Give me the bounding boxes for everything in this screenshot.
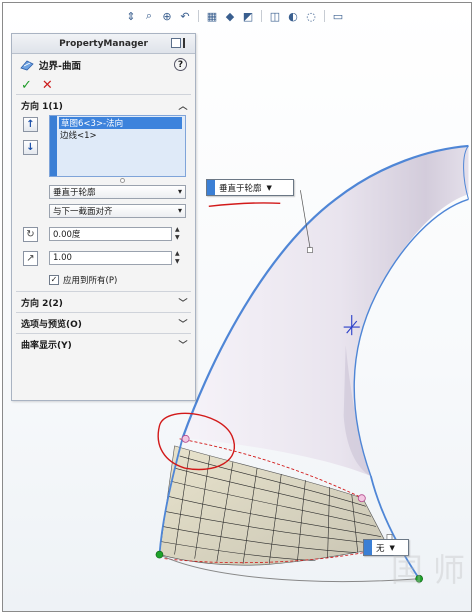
heads-up-toolbar: ⇕ ⌕ ⊕ ↶ ▦ ◆ ◩ ◫ ◐ ◌ ▭ [123, 7, 346, 25]
apply-all-label: 应用到所有(P) [63, 275, 118, 286]
previous-view-icon[interactable]: ↶ [177, 8, 193, 24]
section-curvature-header[interactable]: 曲率显示(Y) ﹀ [12, 334, 195, 354]
feature-header: 边界-曲面 ? [12, 54, 195, 76]
direction1-selection: ↑ ↓ 草图6<3>-法向 边线<1> [12, 115, 195, 183]
display-style-icon[interactable]: ◩ [240, 8, 256, 24]
ok-cancel-row: ✓ ✕ [12, 76, 195, 94]
draft-angle-input[interactable]: 0.00度 [49, 227, 172, 241]
section-direction2-label: 方向 2(2) [21, 298, 63, 309]
section-direction1-header[interactable]: 方向 1(1) ︿ [12, 95, 195, 115]
boundary-surface-icon [20, 60, 34, 71]
draft-angle-row: ↻ 0.00度 ▲ ▼ [23, 227, 188, 243]
tangent-type-select[interactable]: 垂直于轮廓 ▾ [49, 185, 186, 199]
handle-pink-left [181, 434, 190, 443]
section-options-header[interactable]: 选项与预览(O) ﹀ [12, 313, 195, 333]
panel-options-icon[interactable] [171, 38, 181, 48]
tangent-length-row: ↗ 1.00 ▲ ▼ [23, 251, 188, 267]
dropdown-arrow-icon: ▾ [177, 206, 182, 215]
list-item[interactable]: 边线<1> [60, 129, 97, 141]
chevron-down-icon[interactable]: ﹀ [178, 297, 188, 309]
apply-all-checkbox[interactable]: ✓ [49, 274, 59, 285]
draft-angle-icon[interactable]: ↻ [23, 227, 38, 242]
feature-name: 边界-曲面 [39, 61, 81, 72]
callout-bottom-value: 无 [376, 543, 385, 554]
dropdown-arrow-icon: ▾ [177, 187, 182, 196]
view-orientation-icon[interactable]: ⇕ [123, 8, 139, 24]
alignment-value: 与下一截面对齐 [53, 207, 113, 217]
list-item[interactable]: 草图6<3>-法向 [59, 117, 182, 129]
panel-title: PropertyManager [59, 38, 148, 49]
pin-icon[interactable] [183, 38, 191, 48]
tangent-length-icon[interactable]: ↗ [23, 251, 38, 266]
hide-show-icon[interactable]: ◫ [267, 8, 283, 24]
help-icon[interactable]: ? [174, 58, 187, 71]
chevron-down-icon[interactable]: ﹀ [178, 318, 188, 330]
tangent-length-input[interactable]: 1.00 [49, 251, 172, 265]
move-up-button[interactable]: ↑ [23, 117, 38, 132]
section-options-label: 选项与预览(O) [21, 319, 82, 330]
ok-button[interactable]: ✓ [21, 78, 32, 93]
section-direction2-header[interactable]: 方向 2(2) ﹀ [12, 292, 195, 312]
tangent-callout-top[interactable]: 垂直于轮廓 ▼ [206, 179, 294, 196]
panel-title-bar: PropertyManager [12, 34, 195, 54]
chevron-down-icon[interactable]: ﹀ [178, 339, 188, 351]
apply-all-row[interactable]: ✓ 应用到所有(P) [49, 273, 117, 286]
property-manager-panel: PropertyManager 边界-曲面 ? ✓ ✕ 方向 1(1) ︿ ↑ … [11, 33, 196, 401]
chevron-up-icon[interactable]: ︿ [178, 100, 188, 112]
graphics-area[interactable]: ⇕ ⌕ ⊕ ↶ ▦ ◆ ◩ ◫ ◐ ◌ ▭ PropertyManager 边界… [2, 2, 472, 612]
scene-icon[interactable]: ◌ [303, 8, 319, 24]
callout-top-value: 垂直于轮廓 [219, 183, 262, 194]
section-view-icon[interactable]: ▦ [204, 8, 220, 24]
arrow-up-icon: ↑ [26, 119, 35, 130]
appearance-icon[interactable]: ◐ [285, 8, 301, 24]
watermark-text: 国 师 [390, 551, 465, 589]
section-curvature-label: 曲率显示(Y) [21, 340, 72, 351]
arrow-down-icon: ↓ [26, 142, 35, 153]
draft-angle-spinner[interactable]: ▲ ▼ [175, 227, 185, 241]
monitor-icon[interactable]: ▭ [330, 8, 346, 24]
curves-listbox[interactable]: 草图6<3>-法向 边线<1> [49, 115, 186, 177]
cancel-button[interactable]: ✕ [42, 78, 53, 93]
move-down-button[interactable]: ↓ [23, 140, 38, 155]
alignment-select[interactable]: 与下一截面对齐 ▾ [49, 204, 186, 218]
annotation-underline [208, 202, 281, 208]
endpoint-left [155, 550, 164, 559]
tangent-length-spinner[interactable]: ▲ ▼ [175, 251, 185, 265]
view-cube-icon[interactable]: ◆ [222, 8, 238, 24]
tangent-type-value: 垂直于轮廓 [53, 188, 96, 198]
zoom-fit-icon[interactable]: ⌕ [141, 8, 157, 24]
zoom-area-icon[interactable]: ⊕ [159, 8, 175, 24]
section-direction1-label: 方向 1(1) [21, 101, 63, 112]
handle-pink-right [357, 494, 366, 503]
dropdown-arrow-icon: ▼ [266, 183, 272, 192]
